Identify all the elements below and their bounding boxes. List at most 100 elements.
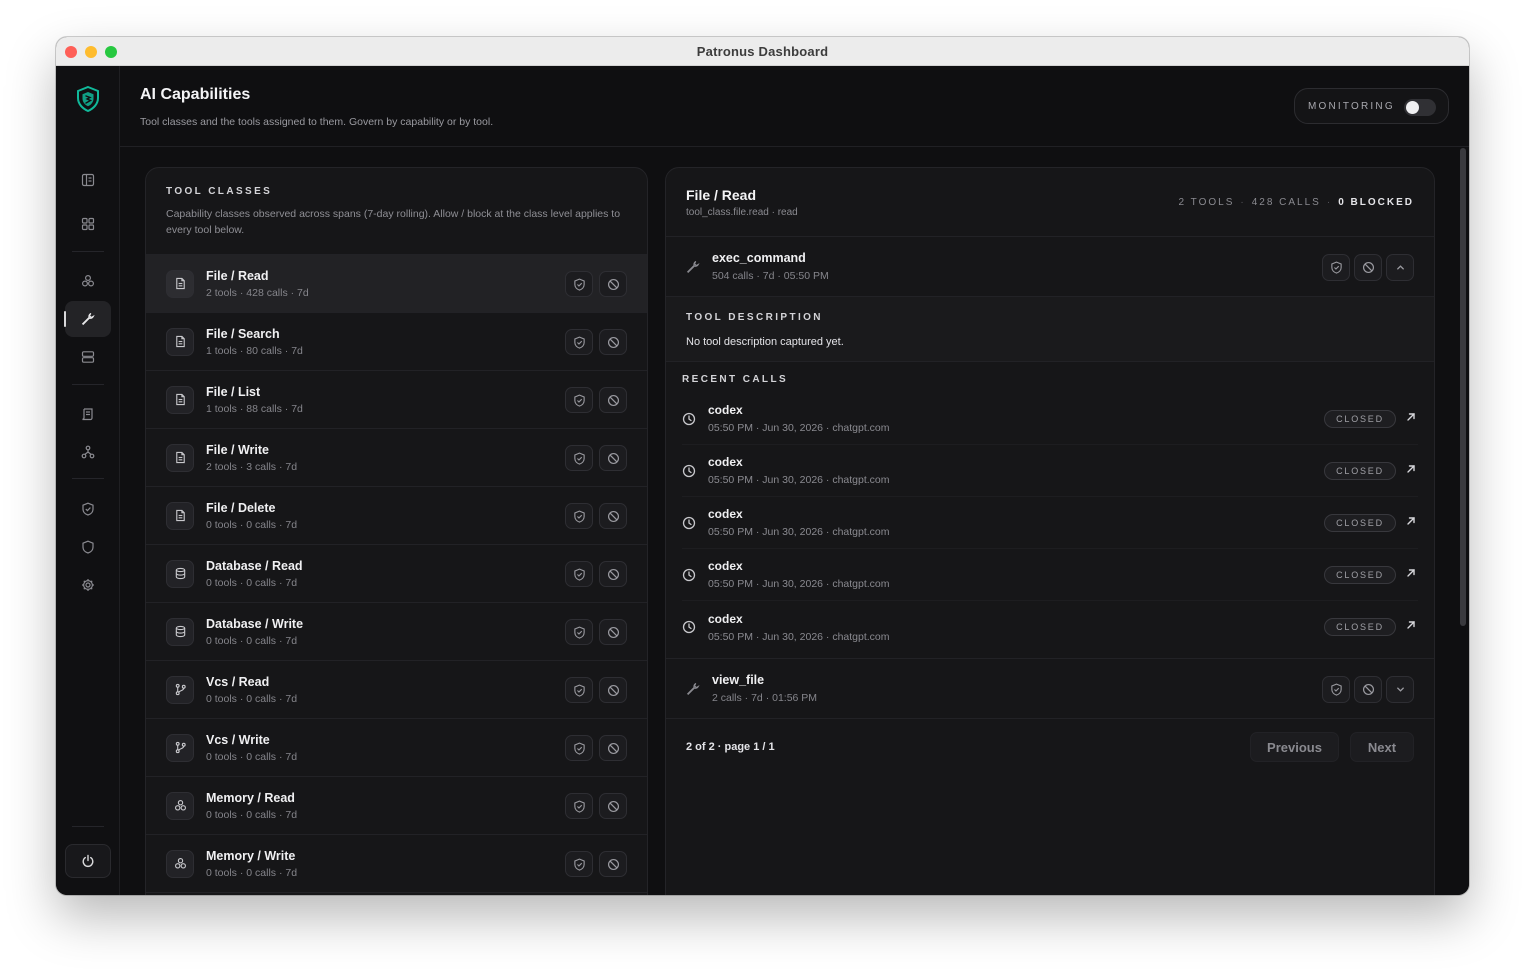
block-class-button[interactable]: [599, 735, 627, 761]
file-icon: [166, 269, 194, 298]
block-class-button[interactable]: [599, 619, 627, 645]
block-class-button[interactable]: [599, 677, 627, 703]
block-class-button[interactable]: [599, 329, 627, 355]
tool-class-row-file-search[interactable]: File / Search 1 tools · 80 calls · 7d: [146, 313, 647, 371]
file-icon: [166, 327, 194, 356]
next-page-button[interactable]: Next: [1350, 732, 1414, 762]
expand-tool-button[interactable]: [1386, 676, 1414, 703]
allow-class-button[interactable]: [565, 793, 593, 819]
open-external-icon[interactable]: [1406, 464, 1416, 474]
class-detail-panel: File / Read tool_class.file.read · read …: [665, 167, 1435, 895]
gear-icon[interactable]: [65, 567, 111, 603]
tool-class-name: Vcs / Read: [206, 674, 270, 689]
allow-tool-button[interactable]: [1322, 676, 1350, 703]
open-external-icon[interactable]: [1406, 412, 1416, 422]
close-window-button[interactable]: [65, 46, 77, 58]
allow-class-button[interactable]: [565, 387, 593, 413]
recent-call-row[interactable]: codex 05:50 PM · Jun 30, 2026 · chatgpt.c…: [682, 549, 1418, 601]
block-tool-button[interactable]: [1354, 254, 1382, 281]
block-tool-button[interactable]: [1354, 676, 1382, 703]
power-button[interactable]: [65, 844, 111, 878]
title-bar: Patronus Dashboard: [56, 37, 1469, 66]
minimize-window-button[interactable]: [85, 46, 97, 58]
scroll-icon[interactable]: [65, 396, 111, 432]
grid-icon[interactable]: [65, 206, 111, 242]
pagination: 2 of 2 · page 1 / 1 Previous Next: [666, 719, 1434, 775]
tool-class-row-memory-read[interactable]: Memory / Read 0 tools · 0 calls · 7d: [146, 777, 647, 835]
recent-call-row[interactable]: codex 05:50 PM · Jun 30, 2026 · chatgpt.c…: [682, 393, 1418, 445]
block-icon: [607, 278, 620, 291]
allow-class-button[interactable]: [565, 329, 593, 355]
recent-call-row[interactable]: codex 05:50 PM · Jun 30, 2026 · chatgpt.c…: [682, 497, 1418, 549]
allow-class-button[interactable]: [565, 735, 593, 761]
shield-check-icon: [573, 510, 586, 523]
patronus-logo-icon[interactable]: [76, 86, 100, 112]
previous-page-button[interactable]: Previous: [1250, 732, 1339, 762]
block-class-button[interactable]: [599, 387, 627, 413]
memory-icon: [166, 849, 194, 878]
tool-class-row-vcs-read[interactable]: Vcs / Read 0 tools · 0 calls · 7d: [146, 661, 647, 719]
layout-icon[interactable]: [65, 162, 111, 198]
allow-class-button[interactable]: [565, 851, 593, 877]
tool-class-row-file-read[interactable]: File / Read 2 tools · 428 calls · 7d: [146, 255, 647, 313]
tool-class-meta: 0 tools · 0 calls · 7d: [206, 576, 298, 589]
clock-icon: [682, 568, 698, 582]
tool-class-meta: 0 tools · 0 calls · 7d: [206, 866, 298, 879]
calls-count: 428 CALLS: [1251, 197, 1321, 208]
network-icon[interactable]: [65, 434, 111, 470]
shield-icon[interactable]: [65, 529, 111, 565]
monitoring-switch[interactable]: [1404, 99, 1436, 116]
tool-row-view-file[interactable]: view_file 2 calls · 7d · 01:56 PM: [666, 659, 1434, 719]
allow-class-button[interactable]: [565, 503, 593, 529]
detail-subtitle: tool_class.file.read · read: [686, 207, 798, 218]
power-icon: [82, 854, 94, 868]
block-class-button[interactable]: [599, 793, 627, 819]
tool-class-meta: 1 tools · 88 calls · 7d: [206, 402, 303, 415]
tool-classes-description: Capability classes observed across spans…: [166, 208, 621, 236]
open-external-icon[interactable]: [1406, 516, 1416, 526]
tool-class-row-file-list[interactable]: File / List 1 tools · 88 calls · 7d: [146, 371, 647, 429]
tool-row-exec-command[interactable]: exec_command 504 calls · 7d · 05:50 PM: [666, 237, 1434, 297]
allow-class-button[interactable]: [565, 445, 593, 471]
block-class-button[interactable]: [599, 851, 627, 877]
allow-class-button[interactable]: [565, 271, 593, 297]
tool-class-row-file-delete[interactable]: File / Delete 0 tools · 0 calls · 7d: [146, 487, 647, 545]
scrollbar-thumb[interactable]: [1460, 148, 1466, 626]
capabilities-icon[interactable]: [65, 263, 111, 299]
tool-class-name: File / Delete: [206, 500, 276, 515]
tools-count: 2 TOOLS: [1178, 197, 1235, 208]
recent-call-row[interactable]: codex 05:50 PM · Jun 30, 2026 · chatgpt.c…: [682, 601, 1418, 653]
tool-class-row-memory-write[interactable]: Memory / Write 0 tools · 0 calls · 7d: [146, 835, 647, 893]
tool-classes-panel: TOOL CLASSES Capability classes observed…: [145, 167, 648, 895]
wrench-icon[interactable]: [64, 301, 111, 337]
collapse-tool-button[interactable]: [1386, 254, 1414, 281]
server-icon[interactable]: [65, 339, 111, 375]
allow-class-button[interactable]: [565, 619, 593, 645]
tool-class-row-database-read[interactable]: Database / Read 0 tools · 0 calls · 7d: [146, 545, 647, 603]
tool-class-name: Memory / Read: [206, 790, 295, 805]
tool-class-row-vcs-write[interactable]: Vcs / Write 0 tools · 0 calls · 7d: [146, 719, 647, 777]
tool-class-row-file-write[interactable]: File / Write 2 tools · 3 calls · 7d: [146, 429, 647, 487]
block-class-button[interactable]: [599, 561, 627, 587]
detail-header: File / Read tool_class.file.read · read …: [666, 168, 1434, 237]
open-external-icon[interactable]: [1406, 620, 1416, 630]
recent-call-row[interactable]: codex 05:50 PM · Jun 30, 2026 · chatgpt.c…: [682, 445, 1418, 497]
tool-class-row-database-write[interactable]: Database / Write 0 tools · 0 calls · 7d: [146, 603, 647, 661]
open-external-icon[interactable]: [1406, 568, 1416, 578]
allow-class-button[interactable]: [565, 561, 593, 587]
block-class-button[interactable]: [599, 271, 627, 297]
allow-tool-button[interactable]: [1322, 254, 1350, 281]
allow-class-button[interactable]: [565, 677, 593, 703]
block-class-button[interactable]: [599, 503, 627, 529]
zoom-window-button[interactable]: [105, 46, 117, 58]
main-content: AI Capabilities Tool classes and the too…: [120, 66, 1469, 895]
pagination-info: 2 of 2 · page 1 / 1: [686, 741, 775, 753]
block-class-button[interactable]: [599, 445, 627, 471]
clock-icon: [682, 620, 698, 634]
call-meta: 05:50 PM · Jun 30, 2026 · chatgpt.com: [708, 630, 890, 643]
shield-check-icon[interactable]: [65, 491, 111, 527]
rail-divider: [72, 384, 104, 385]
tool-class-meta: 0 tools · 0 calls · 7d: [206, 518, 298, 531]
chevron-down-icon: [1396, 687, 1404, 692]
monitoring-toggle[interactable]: MONITORING: [1294, 88, 1449, 124]
